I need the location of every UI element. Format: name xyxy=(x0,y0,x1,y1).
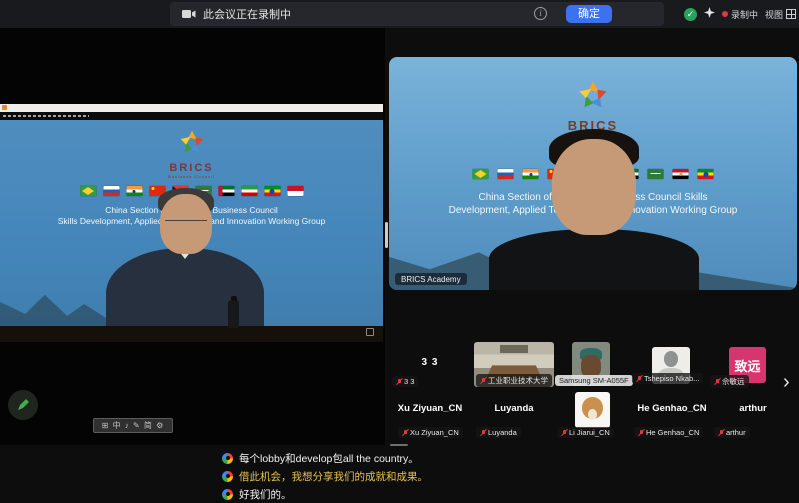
captions-panel: 每个lobby和develop包all the country。 借此机会，我想… xyxy=(222,449,428,503)
participant-label: Xu Ziyuan_CN xyxy=(410,428,459,437)
flag-india-icon xyxy=(126,186,142,196)
muted-mic-icon xyxy=(638,429,644,437)
muted-mic-icon xyxy=(561,429,567,437)
desk xyxy=(0,326,383,342)
flag-russia-icon xyxy=(103,186,119,196)
caption-line: 借此机会，我想分享我们的成就和成果。 xyxy=(222,467,428,485)
shared-window-titlebar xyxy=(0,104,383,112)
top-bar-actions: ✓ 录制中 视图 xyxy=(684,0,796,28)
speaker-video-tile[interactable]: BRICS Business Council China Section of … xyxy=(389,57,797,290)
pencil-icon xyxy=(16,398,30,412)
muted-mic-icon xyxy=(402,429,408,437)
participant-display-name: Luyanda xyxy=(474,403,554,414)
glasses xyxy=(165,220,207,229)
water-bottle xyxy=(228,300,239,328)
caption-line: 每个lobby和develop包all the country。 xyxy=(222,449,428,467)
speaker-name-label: BRICS Academy xyxy=(395,273,467,285)
muted-mic-icon xyxy=(480,377,486,385)
participant-label: Samsung SM-A055F xyxy=(559,376,629,385)
participant-tile[interactable]: Li Jiarui_CN xyxy=(575,392,610,438)
shared-window-statusbar xyxy=(0,112,383,120)
flag-egypt-icon xyxy=(673,169,689,179)
dog-avatar xyxy=(575,392,610,428)
sparkle-icon[interactable] xyxy=(704,5,715,23)
muted-mic-icon xyxy=(718,429,724,437)
translated-caption-icon xyxy=(222,489,233,500)
chevron-right-icon[interactable]: › xyxy=(783,372,790,392)
participant-tile[interactable]: Luyanda Luyanda xyxy=(474,392,554,438)
annotate-button[interactable] xyxy=(8,390,38,420)
participant-display-name: 3 3 xyxy=(392,357,468,368)
brics-logo-icon xyxy=(177,127,207,157)
muted-mic-icon xyxy=(396,378,402,386)
recording-indicator: 录制中 xyxy=(722,8,758,21)
encryption-shield-icon[interactable]: ✓ xyxy=(684,8,697,21)
translated-caption-icon xyxy=(222,453,233,464)
recording-dot-icon xyxy=(722,11,728,17)
brics-logo-subtext: Business Council xyxy=(0,174,383,179)
participant-label: Tshepiso Nkab... xyxy=(644,374,699,383)
flag-ethiopia-icon xyxy=(698,169,714,179)
recording-notice-banner: 此会议正在录制中 i 确定 xyxy=(170,2,664,26)
caption-text: 好我们的。 xyxy=(239,487,292,502)
brics-logo-icon xyxy=(575,77,611,113)
participant-tile[interactable]: Tshepiso Nkab... xyxy=(652,347,690,384)
participant-tile[interactable]: Xu Ziyuan_CN Xu Ziyuan_CN xyxy=(392,392,468,438)
participant-tile[interactable]: Samsung SM-A055F xyxy=(572,342,610,386)
info-icon[interactable]: i xyxy=(534,7,547,20)
muted-mic-icon xyxy=(480,429,486,437)
participant-tile[interactable]: He Genhao_CN He Genhao_CN xyxy=(634,392,710,438)
participant-tile[interactable]: 致远 佘敏远 xyxy=(729,347,766,383)
recording-camera-icon xyxy=(182,9,196,19)
participant-label: Luyanda xyxy=(488,428,517,437)
shared-screen-pane[interactable]: BRICS Business Council China Section of … xyxy=(0,28,385,445)
slide-backdrop-left: BRICS Business Council China Section of … xyxy=(0,120,383,342)
participant-label: arthur xyxy=(726,428,746,437)
flag-russia-icon xyxy=(498,169,514,179)
participant-label: 工业职业技术大学 xyxy=(488,375,548,386)
caption-text: 借此机会，我想分享我们的成就和成果。 xyxy=(239,469,428,484)
participant-display-name: 致远 xyxy=(729,356,766,375)
flag-iran-icon xyxy=(241,186,257,196)
participant-label: He Genhao_CN xyxy=(646,428,699,437)
flag-uae-icon xyxy=(218,186,234,196)
pane-divider-handle[interactable] xyxy=(385,222,388,248)
recording-status-text: 录制中 xyxy=(731,8,758,21)
meeting-window: 此会议正在录制中 i 确定 ✓ 录制中 视图 xyxy=(0,0,799,503)
participant-tile[interactable]: arthur arthur xyxy=(712,392,794,438)
view-button[interactable]: 视图 xyxy=(765,8,796,21)
flag-ethiopia-icon xyxy=(264,186,280,196)
recording-notice-text: 此会议正在录制中 xyxy=(203,6,291,22)
participant-display-name: Xu Ziyuan_CN xyxy=(392,403,468,414)
participant-tile[interactable]: 3 3 3 3 xyxy=(392,337,468,387)
participant-label: 佘敏远 xyxy=(722,376,745,387)
caption-line: 好我们的。 xyxy=(222,485,428,503)
flag-brazil-icon xyxy=(473,169,489,179)
participant-label: Li Jiarui_CN xyxy=(569,428,610,437)
presentation-app-icon xyxy=(2,105,7,110)
flag-indonesia-icon xyxy=(287,186,303,196)
participant-display-name: He Genhao_CN xyxy=(634,403,710,414)
ime-toolbar[interactable]: ⊞ 中 ♪ ✎ 简 ⚙ xyxy=(93,418,173,433)
brics-logo-text: BRICS xyxy=(0,162,383,174)
confirm-button[interactable]: 确定 xyxy=(566,5,612,23)
muted-mic-icon xyxy=(714,378,720,386)
fullscreen-corner-icon[interactable] xyxy=(366,328,374,336)
strip-scrollbar[interactable] xyxy=(390,444,408,446)
participant-tile[interactable]: 工业职业技术大学 xyxy=(474,342,554,387)
top-bar: 此会议正在录制中 i 确定 ✓ 录制中 视图 xyxy=(0,0,799,28)
flag-brazil-icon xyxy=(80,186,96,196)
brics-logo-block: BRICS Business Council xyxy=(0,127,383,179)
tiny-title-text xyxy=(3,115,89,117)
flag-saudi-arabia-icon xyxy=(648,169,664,179)
translated-caption-icon xyxy=(222,471,233,482)
participant-display-name: arthur xyxy=(712,403,794,414)
grid-view-icon xyxy=(786,9,796,19)
caption-text: 每个lobby和develop包all the country。 xyxy=(239,451,419,466)
participant-label: 3 3 xyxy=(404,377,414,386)
flag-india-icon xyxy=(523,169,539,179)
muted-mic-icon xyxy=(636,375,642,383)
view-button-label: 视图 xyxy=(765,8,783,21)
